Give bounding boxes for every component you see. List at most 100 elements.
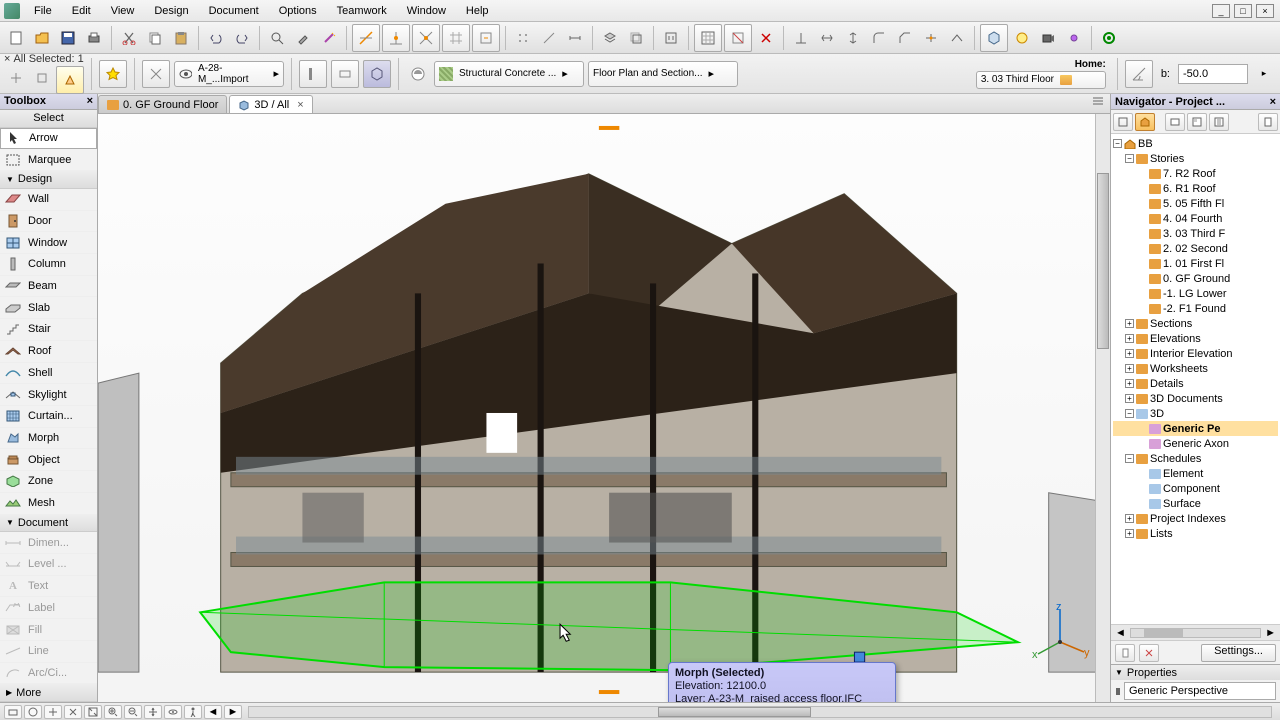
- floorplan-combo[interactable]: Floor Plan and Section... ▸: [588, 61, 738, 87]
- sun-icon[interactable]: [1062, 26, 1086, 50]
- rec-icon[interactable]: [1097, 26, 1121, 50]
- tree-3d-generic-axon[interactable]: Generic Axon: [1113, 436, 1278, 451]
- tree-story[interactable]: 4. 04 Fourth: [1113, 211, 1278, 226]
- tree-group[interactable]: +Interior Elevation: [1113, 346, 1278, 361]
- axis-gizmo[interactable]: z y x: [1030, 602, 1090, 662]
- sb-nav1-icon[interactable]: [4, 705, 22, 719]
- home-story-combo[interactable]: 3. 03 Third Floor: [976, 71, 1106, 89]
- edit3-icon[interactable]: [841, 26, 865, 50]
- sb-prev-icon[interactable]: ◄: [204, 705, 222, 719]
- info-geo1-icon[interactable]: [4, 66, 28, 90]
- menu-window[interactable]: Window: [397, 2, 456, 20]
- save-icon[interactable]: [56, 26, 80, 50]
- edit1-icon[interactable]: [789, 26, 813, 50]
- tree-story[interactable]: 5. 05 Fifth Fl: [1113, 196, 1278, 211]
- ruler-icon[interactable]: [537, 26, 561, 50]
- nav-options-icon[interactable]: [1258, 113, 1278, 131]
- tool-mesh[interactable]: Mesh: [0, 493, 97, 515]
- sb-orbit-icon[interactable]: [164, 705, 182, 719]
- tool-door[interactable]: Door: [0, 211, 97, 233]
- layer-combo[interactable]: A-28-M_...Import ▸: [174, 61, 284, 87]
- tool-curtain[interactable]: Curtain...: [0, 406, 97, 428]
- menu-document[interactable]: Document: [199, 2, 269, 20]
- tree-indexes[interactable]: +Project Indexes: [1113, 511, 1278, 526]
- tool-window[interactable]: Window: [0, 232, 97, 254]
- tree-story[interactable]: 0. GF Ground: [1113, 271, 1278, 286]
- plan-icon[interactable]: [331, 60, 359, 88]
- edit2-icon[interactable]: [815, 26, 839, 50]
- tool-marquee[interactable]: Marquee: [0, 149, 97, 171]
- 3d-viewport[interactable]: z y x Morph (Selected) Elevation: 12100.…: [98, 114, 1110, 702]
- menu-teamwork[interactable]: Teamwork: [327, 2, 397, 20]
- toolbox-close-icon[interactable]: ×: [87, 95, 93, 107]
- snap-grid-icon[interactable]: [442, 24, 470, 52]
- tree-story[interactable]: 7. R2 Roof: [1113, 166, 1278, 181]
- render-icon[interactable]: [1010, 26, 1034, 50]
- tool-zone[interactable]: Zone: [0, 471, 97, 493]
- material-combo[interactable]: Structural Concrete ... ▸: [434, 61, 584, 87]
- paste-icon[interactable]: [169, 26, 193, 50]
- tree-lists[interactable]: +Lists: [1113, 526, 1278, 541]
- tree-story[interactable]: 3. 03 Third F: [1113, 226, 1278, 241]
- tab-close-icon[interactable]: ×: [297, 99, 303, 111]
- find-icon[interactable]: [265, 26, 289, 50]
- sb-zoomfit-icon[interactable]: [84, 705, 102, 719]
- fillet-icon[interactable]: [867, 26, 891, 50]
- snap-perp-icon[interactable]: [382, 24, 410, 52]
- project-tree[interactable]: −BB −Stories 7. R2 Roof6. R1 Roof5. 05 F…: [1111, 134, 1280, 624]
- nav-view-icon[interactable]: [1165, 113, 1185, 131]
- navigator-close-icon[interactable]: ×: [1270, 96, 1276, 108]
- favorites-icon[interactable]: [99, 60, 127, 88]
- sb-zoomin-icon[interactable]: [104, 705, 122, 719]
- tree-story[interactable]: 6. R1 Roof: [1113, 181, 1278, 196]
- sb-nav3-icon[interactable]: [44, 705, 62, 719]
- tool-morph[interactable]: Morph: [0, 428, 97, 450]
- measure-icon[interactable]: [563, 26, 587, 50]
- snap-guideline-icon[interactable]: [352, 24, 380, 52]
- material-icon[interactable]: [406, 62, 430, 86]
- menu-edit[interactable]: Edit: [62, 2, 101, 20]
- tool-skylight[interactable]: Skylight: [0, 384, 97, 406]
- sb-next-icon[interactable]: ►: [224, 705, 242, 719]
- grid-display-icon[interactable]: [694, 24, 722, 52]
- nav-popup-icon[interactable]: [1113, 113, 1133, 131]
- nav-publisher-icon[interactable]: [1209, 113, 1229, 131]
- tool-beam[interactable]: Beam: [0, 276, 97, 298]
- tree-sched-surface[interactable]: Surface: [1113, 496, 1278, 511]
- layer-toggle-icon[interactable]: [142, 60, 170, 88]
- expand-icon[interactable]: ▸: [1252, 62, 1276, 86]
- tree-3d[interactable]: −3D: [1113, 406, 1278, 421]
- tab-ground-floor[interactable]: 0. GF Ground Floor: [98, 95, 227, 113]
- angle-icon[interactable]: [1125, 60, 1153, 88]
- tool-column[interactable]: Column: [0, 254, 97, 276]
- tool-shell[interactable]: Shell: [0, 363, 97, 385]
- tool-arc[interactable]: Arc/Ci...: [0, 663, 97, 685]
- sb-nav2-icon[interactable]: [24, 705, 42, 719]
- menu-design[interactable]: Design: [144, 2, 198, 20]
- maximize-button[interactable]: □: [1234, 4, 1252, 18]
- tool-stair[interactable]: Stair: [0, 319, 97, 341]
- nav-project-icon[interactable]: [1135, 113, 1155, 131]
- b-input[interactable]: [1178, 64, 1248, 84]
- trace-icon[interactable]: [624, 26, 648, 50]
- 3d-window-icon[interactable]: [980, 24, 1008, 52]
- minimize-button[interactable]: _: [1212, 4, 1230, 18]
- tree-story[interactable]: 2. 02 Second: [1113, 241, 1278, 256]
- tool-arrow[interactable]: Arrow: [0, 128, 97, 150]
- tool-line[interactable]: Line: [0, 641, 97, 663]
- sb-pan-icon[interactable]: [144, 705, 162, 719]
- section-icon[interactable]: [299, 60, 327, 88]
- settings-button[interactable]: Settings...: [1201, 644, 1276, 662]
- tool-fill[interactable]: Fill: [0, 619, 97, 641]
- info-geo3-icon[interactable]: [56, 66, 84, 94]
- sb-nav4-icon[interactable]: [64, 705, 82, 719]
- toolbox-design-section[interactable]: ▼Design: [0, 171, 97, 189]
- tool-dimension[interactable]: Dimen...: [0, 532, 97, 554]
- properties-header[interactable]: ▼Properties: [1111, 664, 1280, 680]
- snap-intersect-icon[interactable]: [412, 24, 440, 52]
- menu-help[interactable]: Help: [456, 2, 499, 20]
- tool-level[interactable]: Level ...: [0, 554, 97, 576]
- adjust-icon[interactable]: [945, 26, 969, 50]
- tree-3d-generic-pe[interactable]: Generic Pe: [1113, 421, 1278, 436]
- copy-icon[interactable]: [143, 26, 167, 50]
